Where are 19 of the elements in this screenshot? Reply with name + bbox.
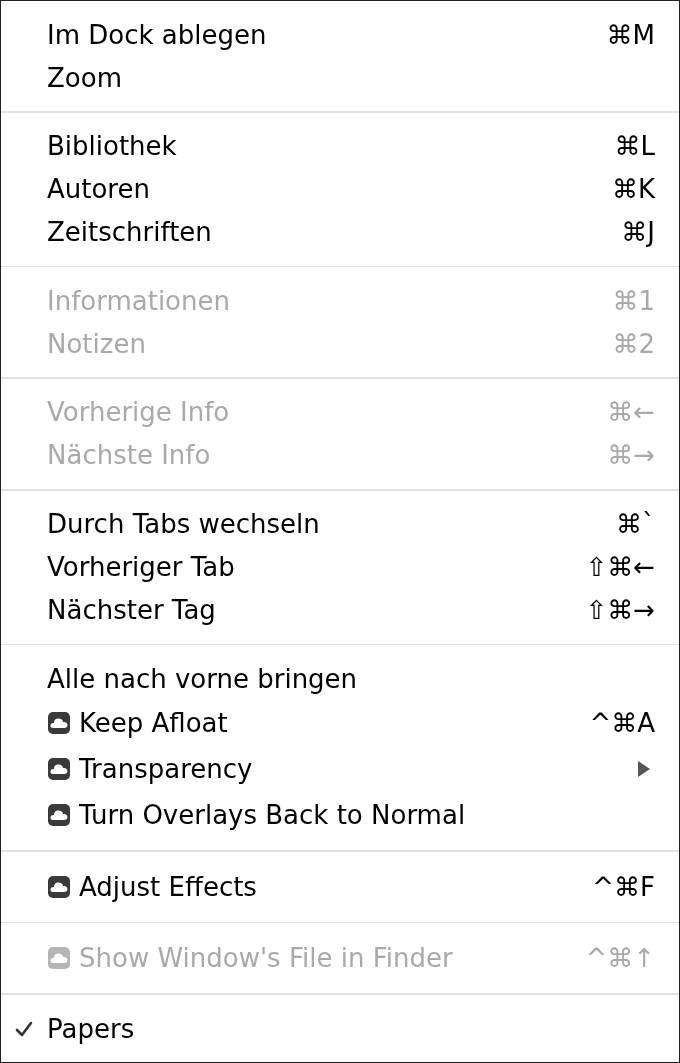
menu-item[interactable]: Autoren ⌘K [1, 167, 679, 211]
menu-item[interactable]: Durch Tabs wechseln ⌘` [1, 502, 679, 546]
menu-item[interactable]: Bibliothek ⌘L [1, 124, 679, 168]
menu-item[interactable]: Turn Overlays Back to Normal [1, 792, 679, 839]
menu-item[interactable]: Vorheriger Tab ⇧⌘← [1, 545, 679, 589]
menu-item[interactable]: Im Dock ablegen ⌘M [1, 13, 679, 56]
cloud-icon [47, 874, 71, 899]
menu-item[interactable]: Papers [1, 1007, 679, 1050]
menu-item[interactable]: Keep Afloat ^⌘A [1, 700, 679, 747]
menu-item[interactable]: Zeitschriften ⌘J [1, 210, 679, 254]
menu-item[interactable]: Alle nach vorne bringen [1, 657, 679, 701]
menu-item[interactable]: Transparency [1, 746, 679, 793]
cloud-icon [47, 757, 71, 782]
cloud-icon [47, 803, 71, 828]
menu-item[interactable]: Nächster Tag ⇧⌘→ [1, 588, 679, 632]
menu-item[interactable]: Zoom [1, 56, 679, 99]
cloud-icon [47, 946, 71, 971]
menu-item[interactable]: Adjust Effects ^⌘F [1, 863, 679, 910]
cloud-icon [47, 711, 71, 736]
